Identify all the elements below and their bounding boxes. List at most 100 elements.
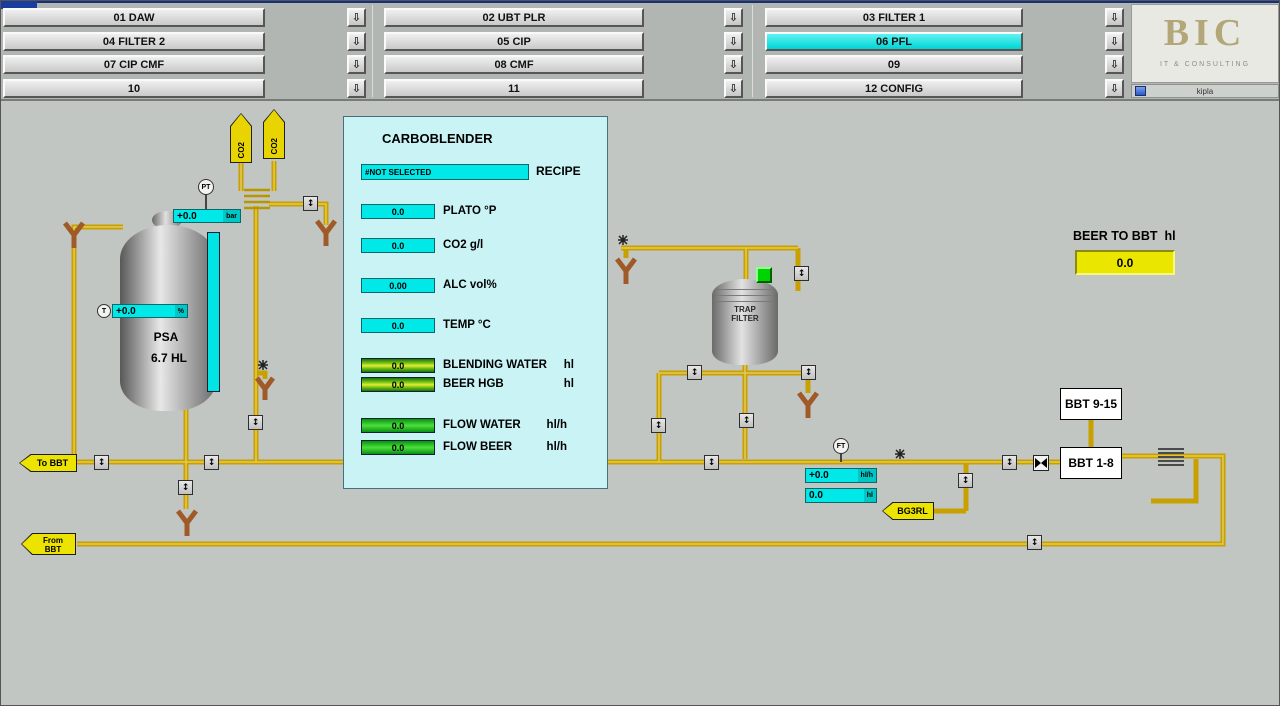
tank-pressure-unit: bar — [223, 210, 240, 222]
window-title-sliver — [1, 1, 1279, 3]
nav-button-06-pfl[interactable]: 06 PFL — [765, 32, 1023, 51]
beer-to-bbt-display: 0.0 — [1075, 250, 1175, 275]
nav-dropdown-03-icon[interactable]: ⇩ — [1105, 8, 1124, 27]
beer-hgb-unit: hl — [563, 378, 574, 390]
tank-level-bar — [207, 232, 220, 392]
nav-dropdown-01-icon[interactable]: ⇩ — [347, 8, 366, 27]
to-bbt-tag[interactable]: To BBT — [19, 454, 77, 472]
co2-field[interactable]: 0.0 — [361, 238, 435, 253]
flow-total-unit: hl — [863, 489, 876, 502]
to-bbt-tag-label: To BBT — [20, 455, 76, 471]
nav-dropdown-05-icon[interactable]: ⇩ — [724, 32, 743, 51]
nav-button-07-cip-cmf[interactable]: 07 CIP CMF — [3, 55, 265, 74]
co2-arrow: CO2 — [263, 109, 285, 159]
flow-water-label-text: FLOW WATER — [443, 419, 521, 431]
valve-box-icon[interactable]: ↕ — [958, 473, 973, 488]
valve-box-icon[interactable]: ↕ — [1002, 455, 1017, 470]
valve-box-icon[interactable]: ↕ — [204, 455, 219, 470]
nav-button-04-filter2[interactable]: 04 FILTER 2 — [3, 32, 265, 51]
co2-arrow-label: CO2 — [269, 137, 279, 154]
nav-button-10[interactable]: 10 — [3, 79, 265, 98]
beer-hgb-field: 0.0 — [361, 377, 435, 392]
plato-field[interactable]: 0.0 — [361, 204, 435, 219]
flow-beer-label: FLOW BEER hl/h — [443, 440, 567, 455]
nav-button-05-cip[interactable]: 05 CIP — [384, 32, 644, 51]
plato-label: PLATO °P — [443, 205, 497, 217]
flow-total-display[interactable]: 0.0 hl — [805, 488, 877, 503]
nav-dropdown-06-icon[interactable]: ⇩ — [1105, 32, 1124, 51]
from-bbt-tag-label: From BBT — [22, 534, 75, 554]
tank-level-unit: % — [174, 305, 187, 317]
flow-rate-display[interactable]: +0.0 hl/h — [805, 468, 877, 483]
valve-box-icon[interactable]: ↕ — [178, 480, 193, 495]
alc-label: ALC vol% — [443, 279, 497, 291]
bg3rl-tag[interactable]: BG3RL — [882, 502, 934, 520]
valve-box-icon[interactable]: ↕ — [739, 413, 754, 428]
nav-dropdown-10-icon[interactable]: ⇩ — [347, 79, 366, 98]
tank-name-label: PSA — [153, 330, 179, 344]
nav-dropdown-07-icon[interactable]: ⇩ — [347, 55, 366, 74]
alc-field[interactable]: 0.00 — [361, 278, 435, 293]
valve-box-icon[interactable]: ↕ — [651, 418, 666, 433]
nav-dropdown-04-icon[interactable]: ⇩ — [347, 32, 366, 51]
bbt-1-8-box[interactable]: BBT 1-8 — [1060, 447, 1122, 479]
nav-dropdown-08-icon[interactable]: ⇩ — [724, 55, 743, 74]
co2-arrow-label: CO2 — [236, 141, 246, 158]
valve-box-icon[interactable]: ↕ — [801, 365, 816, 380]
beer-to-bbt-label: BEER TO BBT hl — [1073, 229, 1176, 244]
valve-box-icon[interactable]: ↕ — [248, 415, 263, 430]
tank-pressure-value: +0.0 — [177, 210, 197, 222]
ft-sensor-icon[interactable]: FT — [833, 438, 849, 454]
nav-button-03-filter1[interactable]: 03 FILTER 1 — [765, 8, 1023, 27]
trap-filter-status-led — [756, 267, 772, 283]
status-text: kipla — [1196, 86, 1214, 96]
nav-button-02-ubt-plr[interactable]: 02 UBT PLR — [384, 8, 644, 27]
bic-logo-text: BIC — [1163, 12, 1247, 54]
coil-symbol — [244, 188, 270, 210]
beer-hgb-label: BEER HGB hl — [443, 377, 574, 392]
valve-box-icon[interactable]: ↕ — [303, 196, 318, 211]
nav-button-09[interactable]: 09 — [765, 55, 1023, 74]
flow-beer-unit: hl/h — [546, 441, 567, 453]
blending-water-label-text: BLENDING WATER — [443, 359, 547, 371]
flow-mixer-icon[interactable] — [1033, 455, 1049, 471]
temp-label: TEMP °C — [443, 319, 491, 331]
psa-tank — [120, 225, 216, 411]
t-sensor-icon[interactable]: T — [97, 304, 111, 318]
flow-water-label: FLOW WATER hl/h — [443, 418, 567, 433]
valve-box-icon[interactable]: ↕ — [704, 455, 719, 470]
nav-button-11[interactable]: 11 — [384, 79, 644, 98]
beer-pipes — [71, 161, 1226, 547]
beer-to-bbt-unit: hl — [1164, 229, 1176, 243]
nav-dropdown-02-icon[interactable]: ⇩ — [724, 8, 743, 27]
nav-dropdown-12-icon[interactable]: ⇩ — [1105, 79, 1124, 98]
nav-button-01-daw[interactable]: 01 DAW — [3, 8, 265, 27]
temp-field[interactable]: 0.0 — [361, 318, 435, 333]
nav-dropdown-11-icon[interactable]: ⇩ — [724, 79, 743, 98]
bic-logo-tagline: IT & CONSULTING — [1159, 61, 1251, 68]
recipe-label: RECIPE — [536, 164, 581, 178]
recipe-field[interactable]: #NOT SELECTED — [361, 164, 529, 180]
bg3rl-tag-label: BG3RL — [883, 503, 933, 519]
valve-box-icon[interactable]: ↕ — [94, 455, 109, 470]
tank-level-display[interactable]: +0.0 % — [112, 304, 188, 318]
nav-divider — [372, 5, 373, 97]
bbt-9-15-box[interactable]: BBT 9-15 — [1060, 388, 1122, 420]
flow-rate-unit: hl/h — [857, 469, 876, 482]
pt-sensor-icon[interactable]: PT — [198, 179, 214, 195]
valve-box-icon[interactable]: ↕ — [1027, 535, 1042, 550]
carboblender-panel: CARBOBLENDER #NOT SELECTED RECIPE 0.0 PL… — [343, 116, 608, 489]
valve-box-icon[interactable]: ↕ — [794, 266, 809, 281]
nav-dropdown-09-icon[interactable]: ⇩ — [1105, 55, 1124, 74]
flow-beer-label-text: FLOW BEER — [443, 441, 512, 453]
tank-level-value: +0.0 — [116, 305, 136, 317]
blending-water-field: 0.0 — [361, 358, 435, 373]
blending-water-unit: hl — [563, 359, 574, 371]
bic-logo: BIC IT & CONSULTING — [1131, 4, 1279, 83]
nav-button-08-cmf[interactable]: 08 CMF — [384, 55, 644, 74]
valve-box-icon[interactable]: ↕ — [687, 365, 702, 380]
nav-button-12-config[interactable]: 12 CONFIG — [765, 79, 1023, 98]
tank-pressure-display[interactable]: +0.0 bar — [173, 209, 241, 223]
flow-rate-value: +0.0 — [809, 470, 829, 481]
from-bbt-tag[interactable]: From BBT — [21, 533, 76, 555]
